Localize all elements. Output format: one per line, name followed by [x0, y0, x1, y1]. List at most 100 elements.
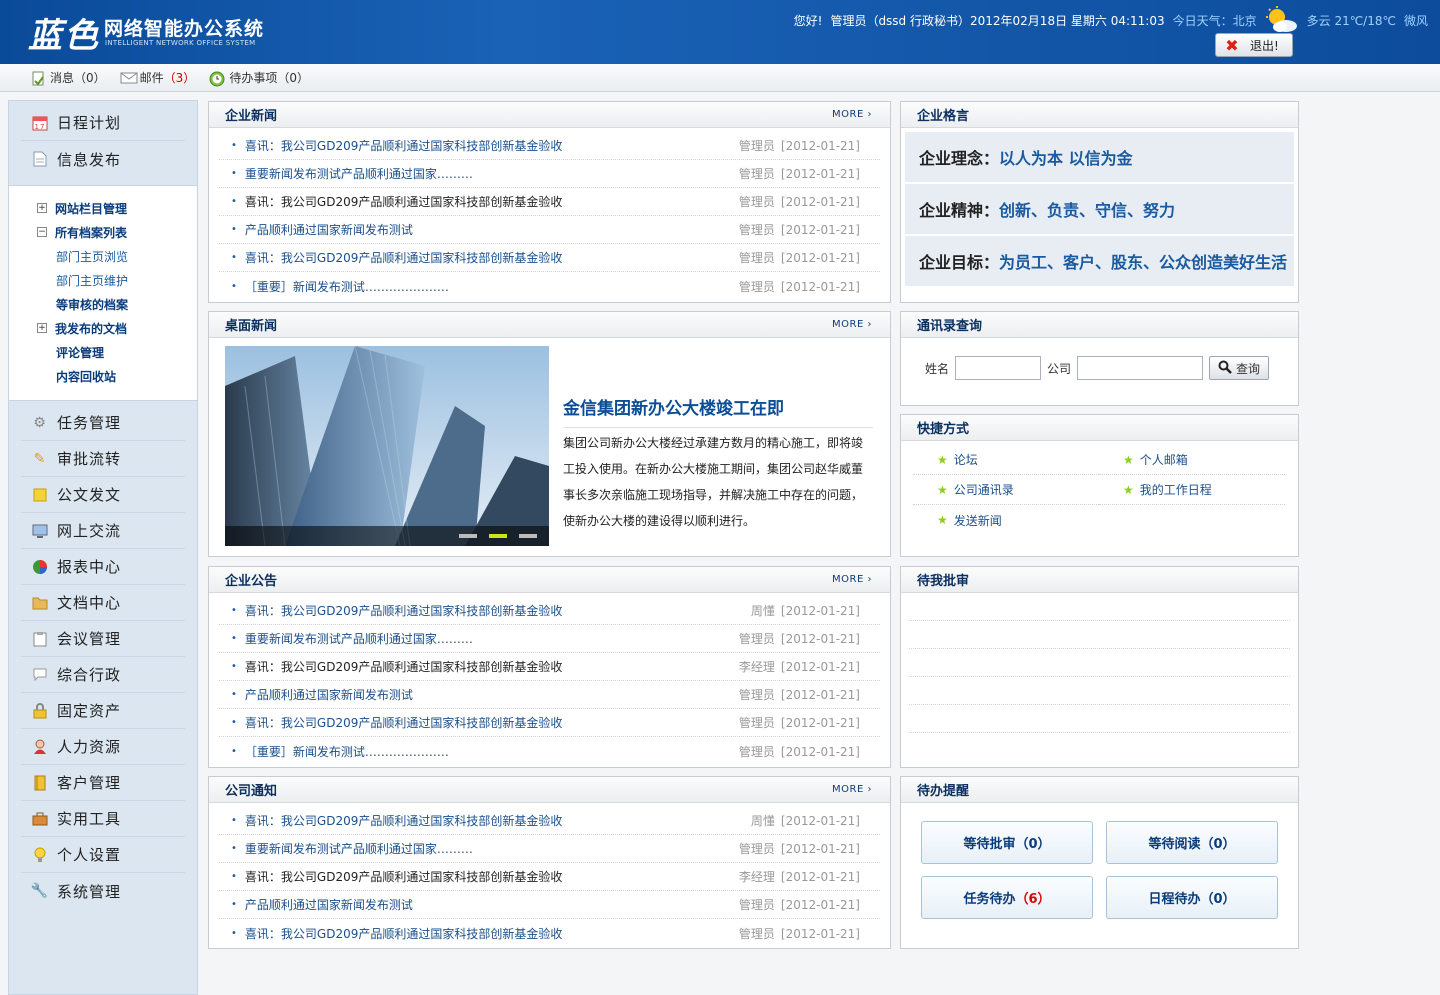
search-icon [1218, 360, 1232, 377]
submenu-comments[interactable]: 评论管理 [9, 340, 197, 364]
shortcut-schedule[interactable]: ★ 我的工作日程 [1099, 475, 1285, 505]
sidebar-item-doc-center[interactable]: 文档中心 [21, 585, 185, 621]
sidebar-item-reports[interactable]: 报表中心 [21, 549, 185, 585]
messages-link[interactable]: 消息 （0） [30, 69, 106, 86]
notice-title: ［重要］新闻发布测试………………… [244, 744, 449, 759]
close-icon: ✖ [1225, 35, 1239, 55]
panel-title: 公司通知 [225, 784, 278, 799]
sidebar-item-assets[interactable]: 固定资产 [21, 693, 185, 729]
sidebar-item-meetings[interactable]: 会议管理 [21, 621, 185, 657]
mail-count: （3） [163, 71, 196, 85]
list-item[interactable]: • 喜讯：我公司GD209产品顺利通过国家科技部创新基金验收 管理员 [2012-01… [219, 709, 880, 737]
pending-approval-button[interactable]: 等待批审 （0） [921, 821, 1093, 864]
logo-subtitle: INTELLIGENT NETWORK OFFICE SYSTEM [105, 39, 256, 47]
shortcut-directory[interactable]: ★ 公司通讯录 [913, 475, 1099, 505]
more-link[interactable]: MORE › [832, 319, 872, 330]
sidebar-item-documents-issue[interactable]: 公文发文 [21, 477, 185, 513]
sidebar-item-online-chat[interactable]: 网上交流 [21, 513, 185, 549]
mail-label: 邮件 [139, 71, 164, 85]
shortcuts-panel: 快捷方式 ★ 论坛 ★ 个人邮箱 ★ 公司通讯录 ★ 我的工作日程 ★ 发送新闻 [900, 414, 1299, 557]
notice-title: 喜讯：我公司GD209产品顺利通过国家科技部创新基金验收 [244, 716, 563, 730]
pending-reading-button[interactable]: 等待阅读 （0） [1106, 821, 1278, 864]
sidebar-item-tools[interactable]: 实用工具 [21, 801, 185, 837]
notice-author: 管理员 [738, 898, 775, 912]
more-link[interactable]: MORE › [832, 574, 872, 585]
submenu-dept-browse[interactable]: 部门主页浏览 [9, 244, 197, 268]
sidebar-item-label: 网上交流 [57, 522, 122, 540]
list-item[interactable]: • 产品顺利通过国家新闻发布测试 管理员 [2012-01-21] [219, 681, 880, 709]
mail-link[interactable]: 邮件 （3） [120, 69, 196, 86]
list-item[interactable]: • 重要新闻发布测试产品顺利通过国家……… 管理员 [2012-01-21] [219, 625, 880, 653]
search-button[interactable]: 查询 [1209, 356, 1270, 380]
shortcut-forum[interactable]: ★ 论坛 [913, 445, 1099, 475]
messages-count: （0） [74, 71, 106, 85]
submenu-pending-review[interactable]: 等审核的档案 [9, 292, 197, 316]
more-link[interactable]: MORE › [832, 109, 872, 120]
submenu-dept-maintain[interactable]: 部门主页维护 [9, 268, 197, 292]
list-item[interactable]: • 重要新闻发布测试产品顺利通过国家……… 管理员 [2012-01-21] [219, 835, 880, 863]
pending-tasks-button[interactable]: 任务待办 （6） [921, 876, 1093, 919]
list-item[interactable]: • 产品顺利通过国家新闻发布测试 管理员 [2012-01-21] [219, 891, 880, 919]
reminder-label: 等待批审 [963, 837, 1016, 852]
sidebar-item-info-publish[interactable]: 信息发布 [21, 141, 185, 177]
list-item[interactable]: • 喜讯：我公司GD209产品顺利通过国家科技部创新基金验收 李经理 [2012-01… [219, 863, 880, 891]
notice-author: 李经理 [738, 870, 775, 884]
shortcut-mailbox[interactable]: ★ 个人邮箱 [1099, 445, 1285, 475]
sidebar-item-label: 实用工具 [57, 810, 122, 828]
sidebar-item-approval[interactable]: ✎ 审批流转 [21, 441, 185, 477]
submenu-recycle-bin[interactable]: 内容回收站 [9, 364, 197, 388]
weather-label: 今日天气：北京 [1172, 13, 1257, 28]
collapse-icon[interactable]: − [37, 227, 47, 237]
list-item[interactable]: • 喜讯：我公司GD209产品顺利通过国家科技部创新基金验收 管理员 [2012-01… [219, 244, 880, 272]
list-item[interactable]: • ［重要］新闻发布测试………………… 管理员 [2012-01-21] [219, 737, 880, 765]
notice-date: [2012-01-21] [780, 814, 860, 828]
sidebar-item-hr[interactable]: 人力资源 [21, 729, 185, 765]
list-item[interactable]: • 喜讯：我公司GD209产品顺利通过国家科技部创新基金验收 李经理 [2012-01… [219, 653, 880, 681]
sidebar-item-label: 综合行政 [57, 666, 122, 684]
submenu-all-archives[interactable]: − 所有档案列表 [9, 220, 197, 244]
wrench-icon: 🔧 [30, 883, 50, 899]
sidebar-item-tasks[interactable]: ⚙ 任务管理 [21, 405, 185, 441]
news-author: 管理员 [738, 139, 775, 153]
news-author: 管理员 [738, 195, 775, 209]
submenu-my-docs[interactable]: + 我发布的文档 [9, 316, 197, 340]
sidebar-item-admin[interactable]: 综合行政 [21, 657, 185, 693]
news-headline[interactable]: 金信集团新办公大楼竣工在即 [563, 394, 873, 428]
news-date: [2012-01-21] [780, 167, 860, 181]
pending-schedule-button[interactable]: 日程待办 （0） [1106, 876, 1278, 919]
expand-icon[interactable]: + [37, 203, 47, 213]
list-item[interactable]: • 产品顺利通过国家新闻发布测试 管理员 [2012-01-21] [219, 216, 880, 244]
sidebar-item-personal[interactable]: 个人设置 [21, 837, 185, 873]
list-item[interactable]: • 喜讯：我公司GD209产品顺利通过国家科技部创新基金验收 管理员 [2012-01… [219, 132, 880, 160]
sidebar-item-schedule[interactable]: 17 日程计划 [21, 105, 185, 141]
list-item[interactable]: • 喜讯：我公司GD209产品顺利通过国家科技部创新基金验收 周懂 [2012-01-… [219, 807, 880, 835]
list-item[interactable]: • ［重要］新闻发布测试………………… 管理员 [2012-01-21] [219, 272, 880, 300]
more-link[interactable]: MORE › [832, 784, 872, 795]
list-item[interactable]: • 喜讯：我公司GD209产品顺利通过国家科技部创新基金验收 管理员 [2012-01… [219, 188, 880, 216]
name-input[interactable] [955, 356, 1042, 380]
reminder-count: （6） [1015, 892, 1051, 907]
list-item[interactable]: • 喜讯：我公司GD209产品顺利通过国家科技部创新基金验收 管理员 [2012-01… [219, 919, 880, 947]
user-name: 管理员（dssd 行政秘书） [830, 13, 970, 28]
notice-title: 重要新闻发布测试产品顺利通过国家……… [244, 632, 473, 646]
quick-toolbar: 消息 （0） 邮件 （3） 待办事项 （0） [0, 64, 1440, 92]
person-icon [31, 738, 49, 756]
sidebar-item-customers[interactable]: 客户管理 [21, 765, 185, 801]
shortcut-send-news[interactable]: ★ 发送新闻 [913, 505, 1099, 535]
company-input[interactable] [1077, 356, 1204, 380]
star-icon: ★ [937, 513, 948, 527]
expand-icon[interactable]: + [37, 323, 47, 333]
list-item[interactable]: • 重要新闻发布测试产品顺利通过国家……… 管理员 [2012-01-21] [219, 160, 880, 188]
shortcut-label: 我的工作日程 [1139, 483, 1212, 497]
submenu-site-columns[interactable]: + 网站栏目管理 [9, 196, 197, 220]
news-photo[interactable] [225, 346, 549, 546]
motto-key: 企业理念： [919, 149, 1000, 168]
todo-link[interactable]: 待办事项 （0） [209, 69, 309, 86]
sidebar-item-system[interactable]: 🔧 系统管理 [21, 873, 185, 909]
list-item[interactable]: • 喜讯：我公司GD209产品顺利通过国家科技部创新基金验收 周懂 [2012-01-… [219, 597, 880, 625]
speech-bubble-icon [31, 666, 49, 684]
notice-author: 管理员 [738, 632, 775, 646]
logout-button[interactable]: ✖ 退出! [1215, 33, 1293, 57]
weather-text: 多云 21℃/18℃ [1306, 13, 1396, 28]
desktop-news-panel: 桌面新闻 MORE › 金信集团新办公大楼竣工在即 集团公司新办公大楼经过承建方数… [208, 311, 891, 557]
